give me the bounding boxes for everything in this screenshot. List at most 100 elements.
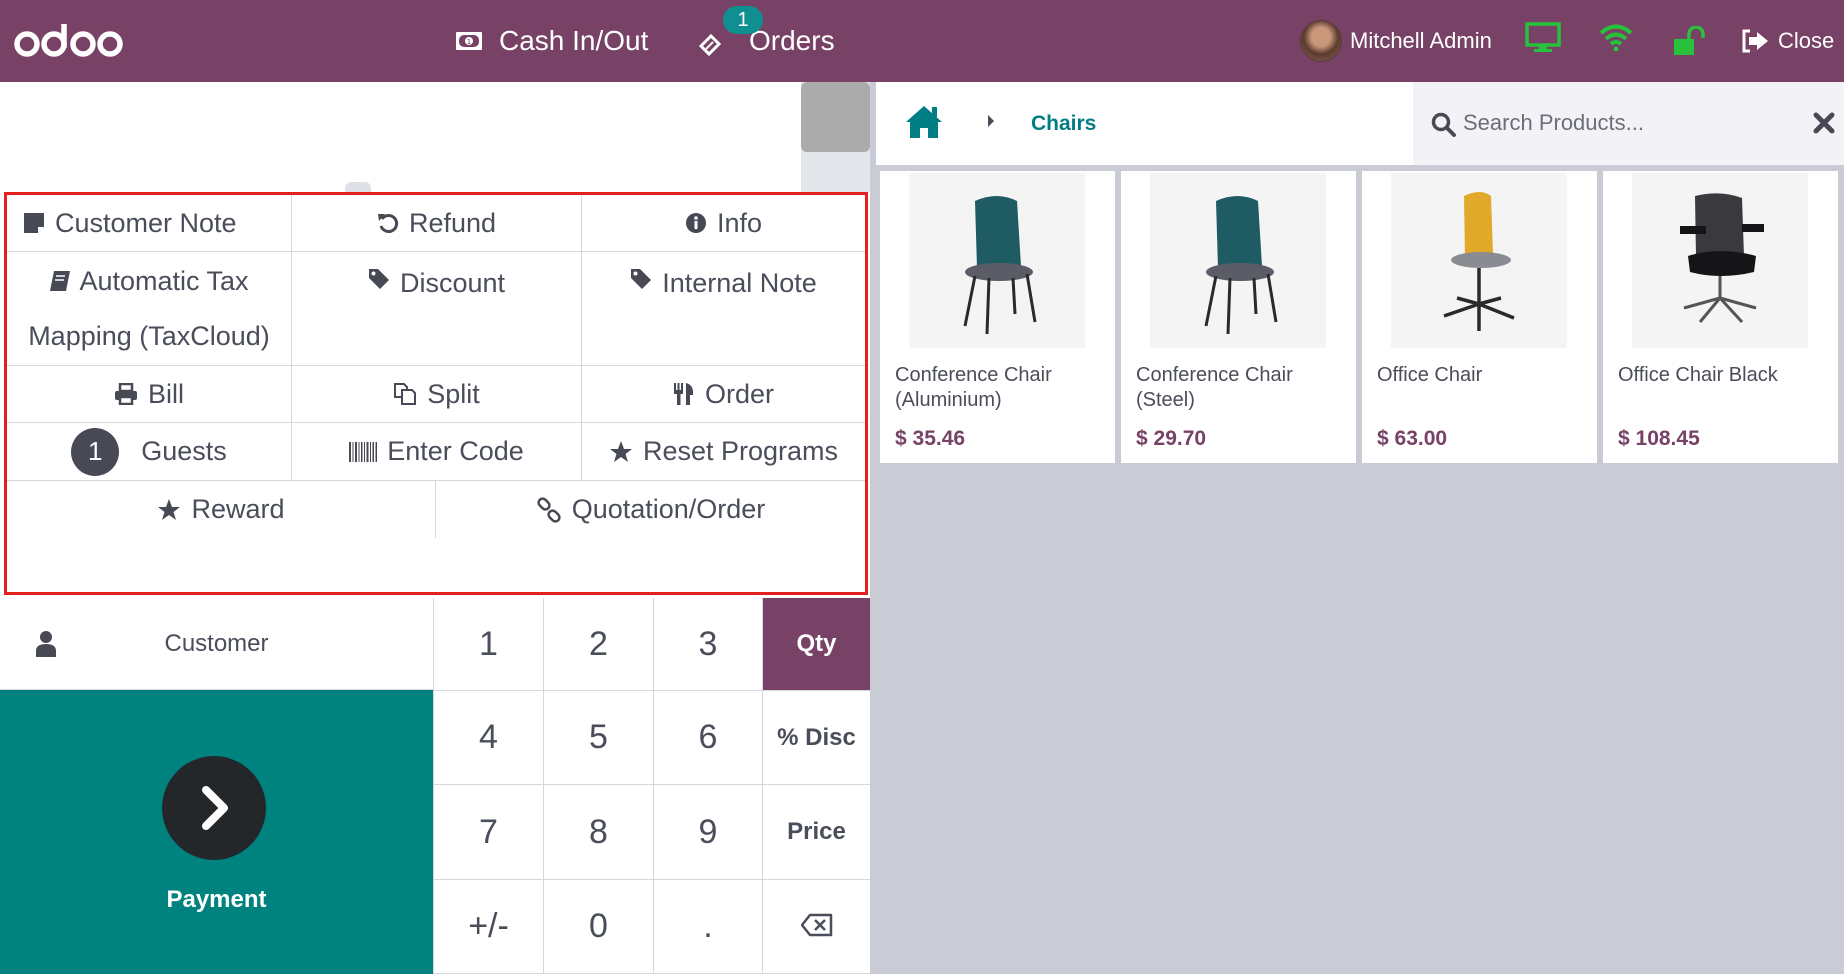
numpad: 1 2 3 Qty 4 5 6% Disc 7 8 9 Price +/- 0. — [433, 598, 870, 974]
tag-icon — [368, 268, 390, 290]
payment-label: Payment — [166, 886, 267, 913]
product-price: $ 35.46 — [895, 427, 966, 450]
refund-label: Refund — [408, 207, 497, 238]
reset-programs-label: Reset Programs — [642, 436, 839, 466]
numpad-key-3[interactable]: 3 — [653, 598, 762, 691]
cash-in-out-label: Cash In/Out — [499, 25, 649, 56]
svg-text:1: 1 — [467, 38, 471, 46]
refund-button[interactable]: Refund — [292, 195, 582, 251]
numpad-key-6[interactable]: 6 — [653, 691, 762, 785]
order-lines-area — [0, 82, 801, 192]
product-price: $ 29.70 — [1136, 427, 1207, 450]
numpad-key-price[interactable]: Price — [762, 785, 870, 880]
guests-label: Guests — [141, 436, 227, 466]
numpad-key-4[interactable]: 4 — [433, 691, 543, 785]
product-card[interactable]: Conference Chair (Aluminium) $ 35.46 — [880, 171, 1115, 463]
monitor-icon[interactable] — [1525, 22, 1561, 59]
customer-note-button[interactable]: Customer Note — [7, 195, 292, 251]
chevron-right-icon — [162, 756, 266, 860]
reset-programs-button[interactable]: Reset Programs — [582, 423, 865, 480]
product-price: $ 63.00 — [1377, 427, 1448, 450]
info-button[interactable]: Info — [582, 195, 865, 251]
action-row: Reward Quotation/Order — [7, 481, 865, 592]
guests-count-badge: 1 — [71, 427, 120, 476]
order-button[interactable]: Order — [582, 366, 865, 422]
product-card[interactable]: Office Chair $ 63.00 — [1362, 171, 1597, 463]
numpad-key-8[interactable]: 8 — [543, 785, 653, 880]
bill-button[interactable]: Bill — [7, 366, 292, 422]
order-panel: Customer Note Refund Info Automatic Tax … — [0, 82, 870, 974]
product-name: Conference Chair (Steel) — [1136, 364, 1293, 411]
search-input[interactable] — [1463, 100, 1783, 146]
money-bill-icon: 1 — [455, 31, 483, 51]
printer-icon — [114, 383, 138, 405]
customer-button[interactable]: Customer — [0, 598, 433, 690]
numpad-key-disc[interactable]: % Disc — [762, 691, 870, 785]
book-icon — [49, 270, 71, 292]
undo-icon — [377, 212, 399, 234]
star-icon — [157, 498, 181, 522]
product-image — [1391, 173, 1567, 348]
tax-mapping-label-line1: Automatic Tax — [79, 265, 249, 296]
numpad-backspace-button[interactable] — [762, 880, 870, 974]
note-icon — [23, 212, 45, 234]
numpad-key-plus-minus[interactable]: +/- — [433, 880, 543, 974]
close-session-button[interactable]: Close — [1740, 0, 1834, 82]
discount-button[interactable]: Discount — [292, 252, 582, 365]
numpad-key-7[interactable]: 7 — [433, 785, 543, 880]
home-icon[interactable] — [904, 104, 944, 145]
reward-button[interactable]: Reward — [7, 481, 436, 538]
internal-note-label: Internal Note — [662, 268, 817, 298]
order-label: Order — [704, 378, 775, 409]
numpad-key-1[interactable]: 1 — [433, 598, 543, 691]
user-menu[interactable]: Mitchell Admin — [1300, 0, 1492, 82]
search-icon — [1431, 112, 1457, 143]
numpad-key-9[interactable]: 9 — [653, 785, 762, 880]
orders-count-badge: 1 — [723, 6, 763, 34]
orders-label: Orders — [749, 25, 835, 56]
odoo-logo — [14, 18, 126, 62]
sign-out-icon — [1740, 29, 1770, 53]
action-row: Automatic Tax Mapping (TaxCloud) Discoun… — [7, 252, 865, 366]
action-row: Bill Split Order — [7, 366, 865, 423]
numpad-key-5[interactable]: 5 — [543, 691, 653, 785]
cutlery-icon — [673, 382, 695, 406]
breadcrumb: Chairs — [876, 82, 1844, 165]
lock-open-icon[interactable] — [1673, 25, 1705, 61]
tag-icon — [630, 268, 652, 290]
close-icon[interactable] — [1813, 112, 1835, 139]
customer-note-label: Customer Note — [55, 207, 237, 238]
enter-code-label: Enter Code — [387, 436, 524, 466]
bill-label: Bill — [147, 378, 184, 409]
split-label: Split — [427, 378, 480, 409]
guests-button[interactable]: 1 Guests — [7, 423, 292, 480]
payment-button[interactable]: Payment — [0, 690, 433, 974]
info-icon — [685, 212, 707, 234]
split-button[interactable]: Split — [292, 366, 582, 422]
order-scrollbar-thumb[interactable] — [801, 82, 870, 152]
numpad-key-qty[interactable]: Qty — [762, 598, 870, 691]
backspace-icon — [800, 907, 833, 946]
automatic-tax-mapping-button[interactable]: Automatic Tax Mapping (TaxCloud) — [7, 252, 292, 365]
breadcrumb-chairs[interactable]: Chairs — [1031, 82, 1096, 165]
numpad-key-0[interactable]: 0 — [543, 880, 653, 974]
product-name: Conference Chair (Aluminium) — [895, 364, 1052, 411]
quotation-order-button[interactable]: Quotation/Order — [436, 481, 865, 538]
numpad-key-decimal[interactable]: . — [653, 880, 762, 974]
enter-code-button[interactable]: Enter Code — [292, 423, 582, 480]
numpad-key-2[interactable]: 2 — [543, 598, 653, 691]
product-image — [1632, 173, 1808, 348]
user-name: Mitchell Admin — [1350, 28, 1492, 53]
control-buttons-grid: Customer Note Refund Info Automatic Tax … — [4, 192, 868, 595]
barcode-icon — [349, 441, 378, 462]
reward-label: Reward — [191, 494, 285, 524]
product-image — [909, 173, 1085, 348]
orders-button[interactable]: 1 Orders — [698, 0, 835, 82]
cash-in-out-button[interactable]: 1 Cash In/Out — [455, 0, 648, 82]
product-card[interactable]: Office Chair Black $ 108.45 — [1603, 171, 1838, 463]
link-icon — [536, 496, 562, 523]
internal-note-button[interactable]: Internal Note — [582, 252, 865, 365]
product-card[interactable]: Conference Chair (Steel) $ 29.70 — [1121, 171, 1356, 463]
product-search — [1413, 82, 1844, 165]
wifi-icon[interactable] — [1598, 24, 1634, 57]
